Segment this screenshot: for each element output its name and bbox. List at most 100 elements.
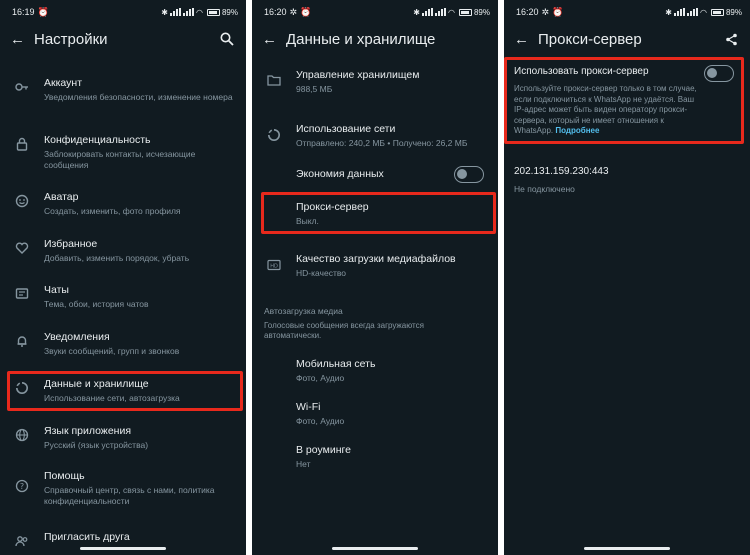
description-text: Используйте прокси-сервер только в том с… — [514, 84, 697, 135]
back-arrow-icon[interactable]: ← — [514, 31, 534, 48]
svg-text:HD: HD — [270, 264, 278, 270]
highlight-box-proxy — [261, 192, 496, 234]
use-proxy-toggle[interactable] — [704, 65, 734, 82]
network-usage-item[interactable]: Использование сети Отправлено: 240,2 МБ •… — [252, 122, 498, 149]
settings-item-avatar[interactable]: Аватар Создать, изменить, фото профиля — [0, 190, 246, 217]
proxy-address[interactable]: 202.131.159.230:443 — [514, 166, 609, 177]
wifi-icon: ◠ — [700, 7, 707, 17]
media-quality-item[interactable]: HD Качество загрузки медиафайлов HD-качес… — [252, 252, 498, 279]
settings-item-privacy[interactable]: Конфиденциальность Заблокировать контакты… — [0, 133, 246, 171]
settings-item-chats[interactable]: Чаты Тема, обои, история чатов — [0, 283, 246, 310]
signal-icon — [674, 8, 685, 16]
battery-level: 89% — [473, 7, 490, 17]
item-title: Язык приложения — [44, 425, 132, 437]
app-bar: ← Данные и хранилище — [252, 24, 498, 54]
home-indicator[interactable] — [332, 547, 418, 550]
manage-storage-item[interactable]: Управление хранилищем 988,5 МБ — [252, 68, 498, 95]
search-icon[interactable] — [218, 30, 236, 48]
item-title: Мобильная сеть — [296, 358, 376, 370]
settings-gear-icon: ✲ — [289, 6, 298, 17]
settings-item-language[interactable]: Язык приложения Русский (язык устройства) — [0, 424, 246, 451]
back-arrow-icon[interactable]: ← — [10, 31, 30, 48]
use-proxy-description: Используйте прокси-сервер только в том с… — [514, 84, 704, 137]
item-subtitle: 988,5 МБ — [296, 84, 333, 94]
help-icon: ? — [15, 479, 29, 493]
item-title: Уведомления — [44, 331, 110, 343]
item-title: Пригласить друга — [44, 531, 130, 543]
avatar-icon — [15, 194, 29, 208]
globe-icon — [15, 428, 29, 442]
page-title: Прокси-сервер — [538, 30, 642, 48]
item-subtitle: Русский (язык устройства) — [44, 440, 149, 450]
item-title: Избранное — [44, 238, 98, 250]
item-subtitle: Звуки сообщений, групп и звонков — [44, 346, 180, 356]
people-icon — [15, 536, 28, 547]
wifi-icon: ◠ — [196, 7, 203, 17]
page-title: Данные и хранилище — [286, 30, 436, 48]
hd-icon: HD — [267, 259, 281, 271]
item-subtitle: Отправлено: 240,2 МБ • Получено: 26,2 МБ — [296, 138, 468, 148]
data-circle-icon — [268, 129, 280, 141]
data-saver-toggle[interactable] — [454, 166, 484, 183]
battery-icon — [710, 8, 724, 16]
autodownload-note: Голосовые сообщения всегда загружаются а… — [264, 321, 424, 340]
proxy-screen: 16:20 ✲ ⏰ ✱ ◠ 89% ← Прокси-сервер Исполь… — [504, 0, 750, 555]
item-title: Конфиденциальность — [44, 134, 151, 146]
item-subtitle: Добавить, изменить порядок, убрать — [44, 253, 190, 263]
use-proxy-title: Использовать прокси-сервер — [514, 66, 649, 77]
settings-screen: 16:19 ⏰ ✱ ◠ 89% ← Настройки Аккаунт Уведо… — [0, 0, 246, 555]
bluetooth-icon: ✱ — [665, 7, 672, 17]
settings-item-notifications[interactable]: Уведомления Звуки сообщений, групп и звон… — [0, 330, 246, 357]
settings-item-account[interactable]: Аккаунт Уведомления безопасности, изменен… — [0, 76, 246, 103]
home-indicator[interactable] — [584, 547, 670, 550]
autodownload-roaming-item[interactable]: В роуминге Нет — [252, 443, 498, 470]
item-subtitle: Тема, обои, история чатов — [44, 299, 149, 309]
heart-icon — [15, 242, 29, 254]
signal-icon — [170, 8, 181, 16]
settings-item-help[interactable]: ? Помощь Справочный центр, связь с нами, … — [0, 469, 246, 507]
battery-level: 89% — [221, 7, 238, 17]
item-subtitle: Уведомления безопасности, изменение номе… — [44, 92, 233, 102]
battery-level: 89% — [725, 7, 742, 17]
autodownload-header: Автозагрузка медиа — [264, 306, 343, 316]
lock-icon — [16, 137, 28, 151]
alarm-icon: ⏰ — [552, 6, 564, 17]
status-time: 16:20 — [264, 7, 287, 17]
back-arrow-icon[interactable]: ← — [262, 31, 282, 48]
item-title: Качество загрузки медиафайлов — [296, 253, 456, 265]
settings-item-favorites[interactable]: Избранное Добавить, изменить порядок, убр… — [0, 237, 246, 264]
highlight-box-data-storage — [7, 371, 243, 411]
app-bar: ← Настройки — [0, 24, 246, 54]
battery-icon — [206, 8, 220, 16]
item-subtitle: Заблокировать контакты, исчезающие сообщ… — [44, 149, 196, 170]
item-title: Чаты — [44, 284, 69, 296]
bluetooth-icon: ✱ — [161, 7, 168, 17]
item-subtitle: Фото, Аудио — [296, 373, 345, 383]
share-icon[interactable] — [722, 30, 740, 48]
item-subtitle: Создать, изменить, фото профиля — [44, 206, 181, 216]
learn-more-link[interactable]: Подробнее — [555, 126, 599, 135]
battery-icon — [458, 8, 472, 16]
home-indicator[interactable] — [80, 547, 166, 550]
folder-icon — [267, 75, 281, 86]
autodownload-wifi-item[interactable]: Wi-Fi Фото, Аудио — [252, 400, 498, 427]
item-subtitle: HD-качество — [296, 268, 346, 278]
page-title: Настройки — [34, 30, 108, 48]
item-subtitle: Справочный центр, связь с нами, политика… — [44, 485, 215, 506]
settings-gear-icon: ✲ — [541, 6, 550, 17]
item-subtitle: Нет — [296, 459, 311, 469]
svg-text:?: ? — [20, 482, 24, 491]
signal-icon-2 — [183, 8, 194, 16]
proxy-connection-status: Не подключено — [514, 184, 575, 194]
data-storage-screen: 16:20 ✲ ⏰ ✱ ◠ 89% ← Данные и хранилище У… — [252, 0, 498, 555]
item-title: Использование сети — [296, 123, 396, 135]
autodownload-mobile-item[interactable]: Мобильная сеть Фото, Аудио — [252, 357, 498, 384]
item-title: Помощь — [44, 470, 85, 482]
settings-item-invite[interactable]: Пригласить друга — [0, 530, 246, 548]
status-bar: 16:19 ⏰ ✱ ◠ 89% — [0, 0, 246, 24]
signal-icon-2 — [435, 8, 446, 16]
signal-icon-2 — [687, 8, 698, 16]
bell-icon — [17, 336, 27, 347]
item-subtitle: Фото, Аудио — [296, 416, 345, 426]
alarm-icon: ⏰ — [37, 6, 49, 17]
